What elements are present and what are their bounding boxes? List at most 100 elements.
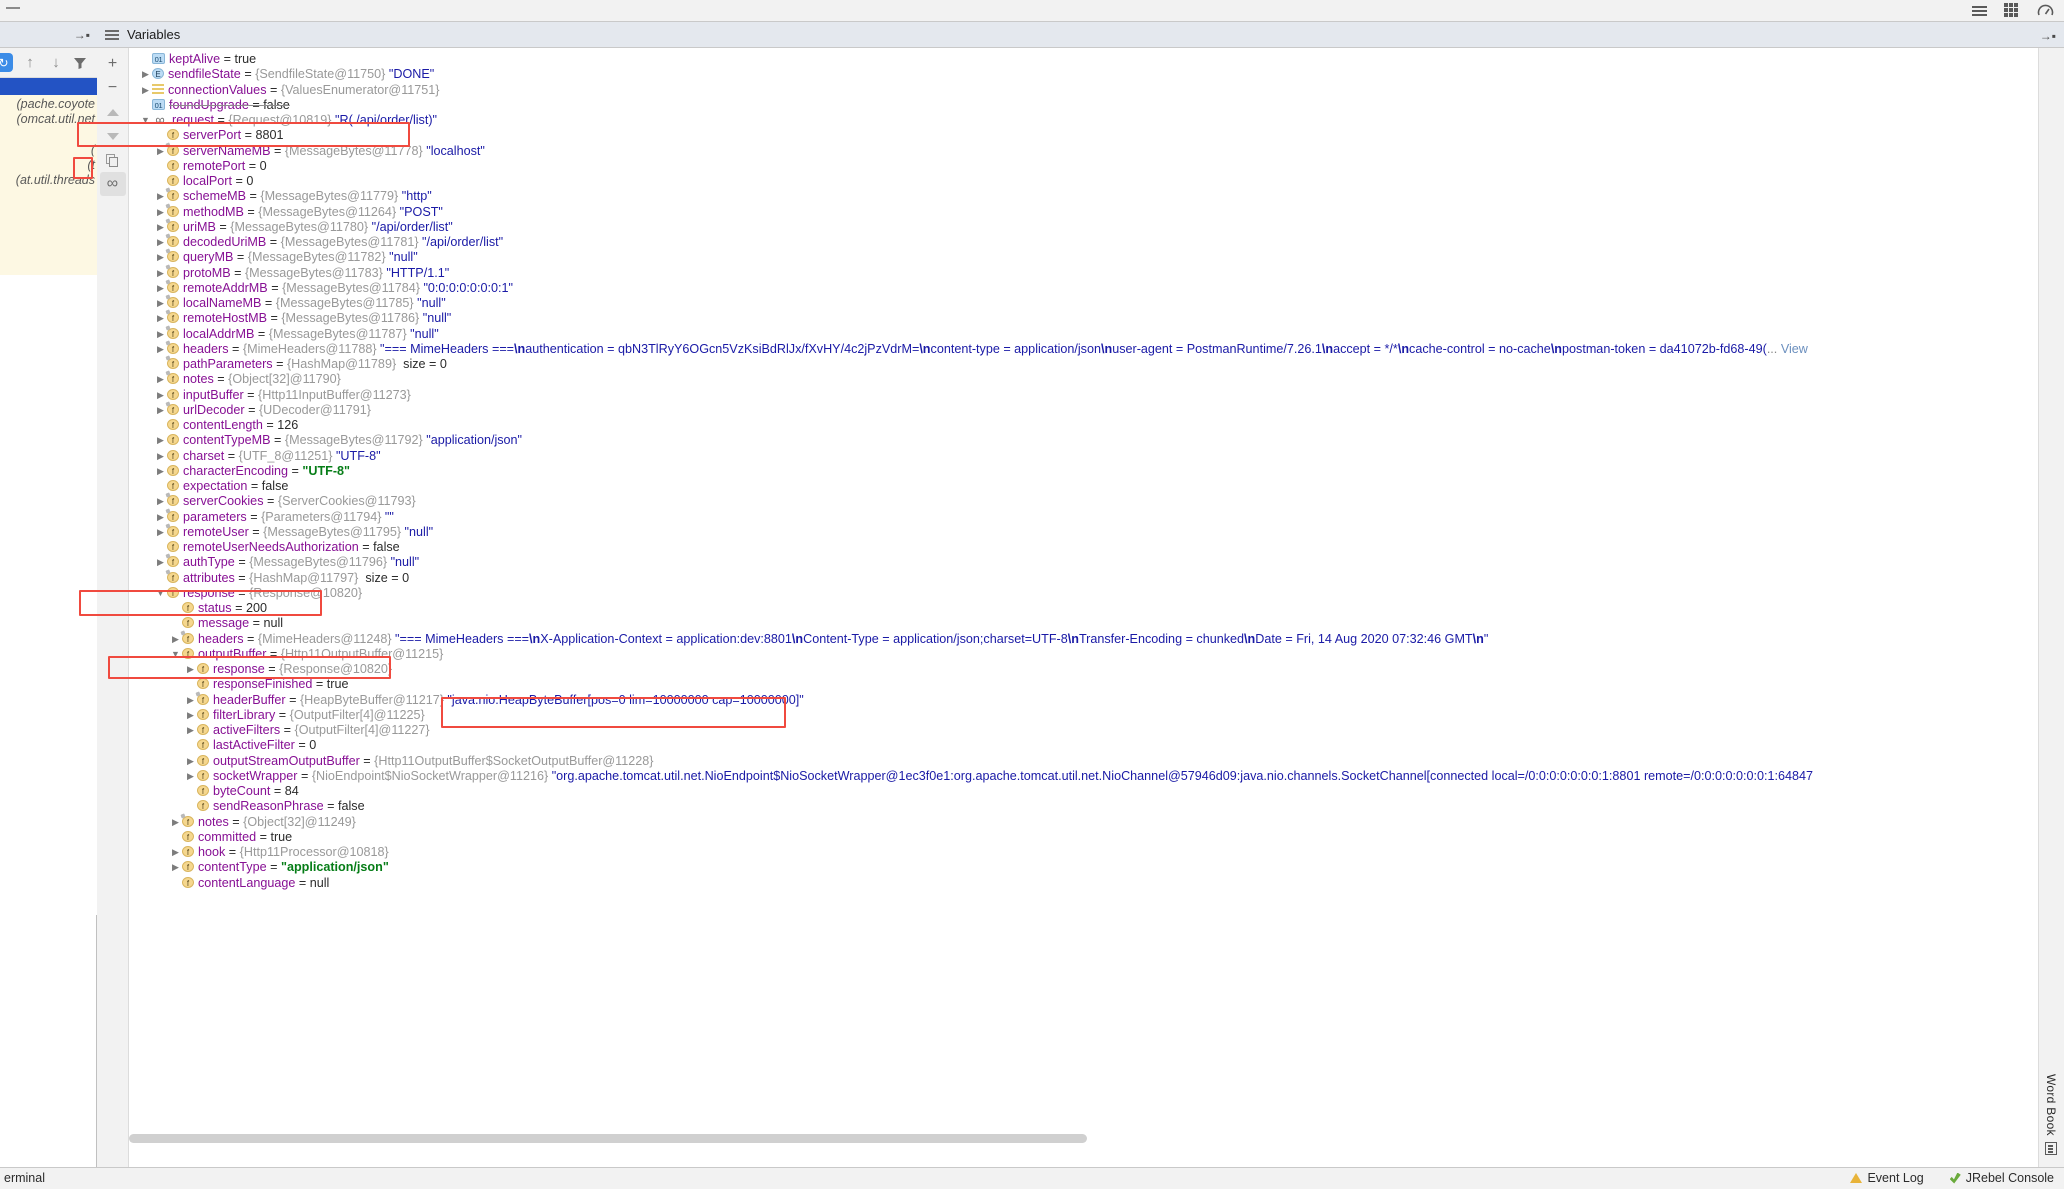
chevron-right-icon[interactable]: ▶ [184,723,197,738]
variable-row[interactable]: ▶ f serverNameMB = {MessageBytes@11778} "l… [129,144,2064,159]
tab-word-book[interactable]: Word Book [2040,1074,2062,1155]
chevron-right-icon[interactable]: ▶ [184,662,197,677]
list-item[interactable]: omcat.util.net) [0,112,97,127]
variable-row[interactable]: ▶ f outputStreamOutputBuffer = {Http11Outp… [129,754,2064,769]
variable-row[interactable]: ▶ f characterEncoding = "UTF-8" [129,464,2064,479]
chevron-right-icon[interactable]: ▶ [154,403,167,418]
chevron-down-icon[interactable]: ▼ [139,113,152,128]
variable-row[interactable]: f message = null [129,616,2064,631]
horizontal-scrollbar[interactable] [129,1132,2049,1145]
variables-tree[interactable]: 01 keptAlive = true ▶ EsendfileState = {Sen… [129,48,2064,1167]
menu-lines-icon[interactable] [1971,3,1988,19]
chevron-right-icon[interactable]: ▶ [184,693,197,708]
variable-row[interactable]: ▶ EsendfileState = {SendfileState@11750} … [129,67,2064,82]
chevron-right-icon[interactable]: ▶ [169,632,182,647]
move-up-icon[interactable] [100,100,126,124]
variable-row[interactable]: ▶ f protoMB = {MessageBytes@11783} "HTTP/1… [129,266,2064,281]
pin-icon-variables[interactable]: →▪ [2040,29,2056,43]
chevron-right-icon[interactable]: ▶ [154,235,167,250]
add-watch-icon[interactable]: + [100,52,126,76]
list-item[interactable]: ) [0,143,97,158]
variable-row[interactable]: ▶ f serverCookies = {ServerCookies@11793} [129,494,2064,509]
copy-icon[interactable] [100,148,126,172]
chevron-right-icon[interactable]: ▶ [154,281,167,296]
frames-stack-list[interactable]: pache.coyote) omcat.util.net) ) t) at.ut… [0,95,97,275]
variable-row[interactable]: f contentLanguage = null [129,876,2064,891]
variable-row[interactable]: ▼ ∞ request = {Request@10819} "R( /api/ord… [129,113,2064,128]
chevron-right-icon[interactable]: ▶ [169,815,182,830]
chevron-right-icon[interactable]: ▶ [184,754,197,769]
variable-row[interactable]: ▶ f methodMB = {MessageBytes@11264} "POST" [129,205,2064,220]
variable-row[interactable]: f expectation = false [129,479,2064,494]
chevron-right-icon[interactable]: ▶ [139,83,152,98]
variable-row[interactable]: ▶ f headerBuffer = {HeapByteBuffer@11217} … [129,693,2064,708]
list-item[interactable]: pache.coyote) [0,97,97,112]
chevron-right-icon[interactable]: ▶ [154,296,167,311]
variable-row[interactable]: ▶ f contentTypeMB = {MessageBytes@11792} "… [129,433,2064,448]
chevron-right-icon[interactable]: ▶ [169,860,182,875]
variable-row[interactable]: 01 keptAlive = true [129,52,2064,67]
variable-row[interactable]: ▶ f decodedUriMB = {MessageBytes@11781} "/… [129,235,2064,250]
variable-row[interactable]: ▶ f remoteUser = {MessageBytes@11795} "nul… [129,525,2064,540]
chevron-right-icon[interactable]: ▶ [154,266,167,281]
chevron-down-icon[interactable]: ▼ [154,586,167,601]
variable-row[interactable]: ▼ f response = {Response@10820} [129,586,2064,601]
variable-row[interactable]: ▶ f charset = {UTF_8@11251} "UTF-8" [129,449,2064,464]
chevron-right-icon[interactable]: ▶ [154,342,167,357]
chevron-right-icon[interactable]: ▶ [154,449,167,464]
list-item[interactable]: t) [0,158,97,173]
variable-row[interactable]: ▶ f urlDecoder = {UDecoder@11791} [129,403,2064,418]
chevron-right-icon[interactable]: ▶ [154,433,167,448]
gauge-icon[interactable] [2037,3,2054,19]
move-down-icon[interactable] [100,124,126,148]
variable-row[interactable]: ▶ f uriMB = {MessageBytes@11780} "/api/ord… [129,220,2064,235]
chevron-right-icon[interactable]: ▶ [139,67,152,82]
list-item[interactable]: at.util.threads) [0,173,97,188]
variable-row[interactable]: ▼ f outputBuffer = {Http11OutputBuffer@112… [129,647,2064,662]
chevron-right-icon[interactable]: ▶ [154,510,167,525]
variable-row[interactable]: ▶ f filterLibrary = {OutputFilter[4]@11225… [129,708,2064,723]
variable-row[interactable]: ▶ f parameters = {Parameters@11794} "" [129,510,2064,525]
selected-frame-row[interactable] [0,78,97,95]
variable-row[interactable]: f responseFinished = true [129,677,2064,692]
view-link[interactable]: View [1781,342,1808,356]
list-item[interactable] [0,127,97,142]
variable-row[interactable]: ▶ f localAddrMB = {MessageBytes@11787} "nu… [129,327,2064,342]
chevron-right-icon[interactable]: ▶ [154,250,167,265]
variable-row[interactable]: ▶ f notes = {Object[32]@11249} [129,815,2064,830]
variable-row[interactable]: ▶ f activeFilters = {OutputFilter[4]@11227… [129,723,2064,738]
variable-row[interactable]: ▶ connectionValues = {ValuesEnumerator@11… [129,83,2064,98]
variable-row[interactable]: ▶ f notes = {Object[32]@11790} [129,372,2064,387]
chevron-right-icon[interactable]: ▶ [154,189,167,204]
chevron-right-icon[interactable]: ▶ [154,205,167,220]
chevron-right-icon[interactable]: ▶ [154,327,167,342]
variable-row[interactable]: ▶ f response = {Response@10820} [129,662,2064,677]
filter-icon[interactable] [73,54,91,72]
refresh-icon[interactable]: ↻ [0,53,13,72]
chevron-right-icon[interactable]: ▶ [154,525,167,540]
chevron-right-icon[interactable]: ▶ [154,311,167,326]
variable-row[interactable]: ▶ f authType = {MessageBytes@11796} "null" [129,555,2064,570]
variable-row[interactable]: ▶ f remoteAddrMB = {MessageBytes@11784} "0… [129,281,2064,296]
grid-icon[interactable] [2004,3,2021,19]
chevron-right-icon[interactable]: ▶ [154,144,167,159]
chevron-right-icon[interactable]: ▶ [154,494,167,509]
variable-row[interactable]: f byteCount = 84 [129,784,2064,799]
chevron-right-icon[interactable]: ▶ [169,845,182,860]
variable-row[interactable]: ▶ f headers = {MimeHeaders@11788} "=== Mim… [129,342,2064,357]
infinity-icon[interactable]: ∞ [99,172,126,196]
variable-row[interactable]: ▶ f localNameMB = {MessageBytes@11785} "nu… [129,296,2064,311]
variable-row[interactable]: f committed = true [129,830,2064,845]
chevron-right-icon[interactable]: ▶ [184,769,197,784]
pin-icon[interactable]: →▪ [74,29,90,41]
variable-row[interactable]: f sendReasonPhrase = false [129,799,2064,814]
variable-row[interactable]: f lastActiveFilter = 0 [129,738,2064,753]
variable-row[interactable]: f contentLength = 126 [129,418,2064,433]
remove-watch-icon[interactable]: − [100,76,126,100]
horizontal-scrollbar-thumb[interactable] [129,1134,1087,1143]
chevron-down-icon[interactable]: ▼ [169,647,182,662]
chevron-right-icon[interactable]: ▶ [154,388,167,403]
variable-row[interactable]: ▶ f remoteHostMB = {MessageBytes@11786} "n… [129,311,2064,326]
variable-row[interactable]: ▶ f contentType = "application/json" [129,860,2064,875]
variable-row[interactable]: ▶ f socketWrapper = {NioEndpoint$NioSocket… [129,769,2064,784]
